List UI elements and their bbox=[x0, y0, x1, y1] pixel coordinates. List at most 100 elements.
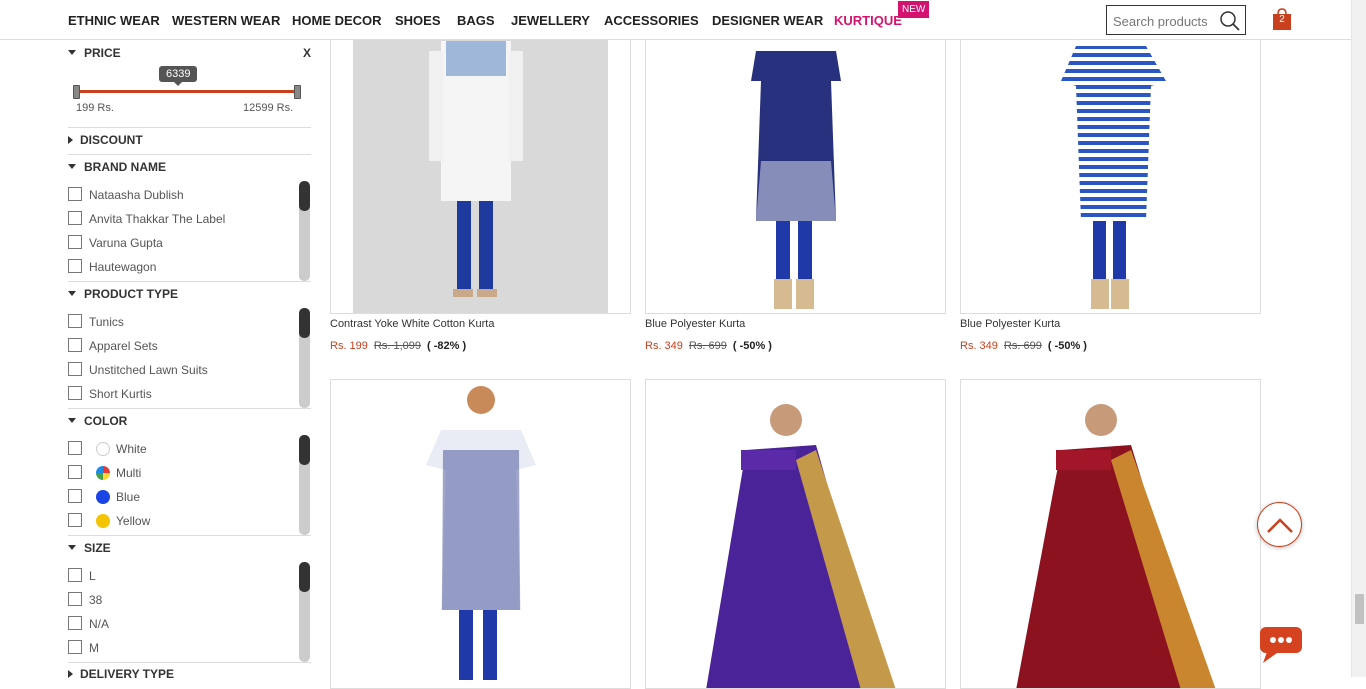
price-min-handle[interactable] bbox=[73, 85, 80, 99]
product-title[interactable]: Blue Polyester Kurta bbox=[645, 318, 745, 330]
product-price-row: Rs. 199 Rs. 1,099 ( -82% ) bbox=[330, 340, 466, 352]
caret-down-icon bbox=[68, 291, 76, 297]
nav-home-decor[interactable]: HOME DECOR bbox=[292, 13, 382, 28]
product-price-row: Rs. 349 Rs. 699 ( -50% ) bbox=[960, 340, 1087, 352]
delivery-type-filter-header[interactable]: DELIVERY TYPE bbox=[68, 667, 311, 681]
nav-accessories[interactable]: ACCESSORIES bbox=[604, 13, 699, 28]
product-image[interactable] bbox=[961, 21, 1261, 314]
scroll-thumb[interactable] bbox=[299, 181, 310, 211]
caret-down-icon bbox=[68, 50, 76, 56]
checkbox[interactable] bbox=[68, 640, 82, 654]
scroll-to-top-button[interactable] bbox=[1257, 502, 1302, 547]
nav-western-wear[interactable]: WESTERN WEAR bbox=[172, 13, 280, 28]
brand-list-scrollbar[interactable] bbox=[299, 181, 310, 281]
product-card[interactable] bbox=[645, 379, 946, 689]
product-image[interactable] bbox=[961, 380, 1261, 689]
search-icon[interactable] bbox=[1219, 10, 1241, 32]
color-filter-header[interactable]: COLOR bbox=[68, 414, 311, 428]
brand-filter-header[interactable]: BRAND NAME bbox=[68, 160, 311, 174]
checkbox[interactable] bbox=[68, 616, 82, 630]
discount-percent: ( -82% ) bbox=[427, 340, 467, 352]
nav-kurtique[interactable]: KURTIQUE bbox=[834, 13, 902, 28]
product-image[interactable] bbox=[646, 21, 946, 314]
price-clear-button[interactable]: X bbox=[303, 46, 311, 60]
nav-designer-wear[interactable]: DESIGNER WEAR bbox=[712, 13, 823, 28]
checkbox[interactable] bbox=[68, 362, 82, 376]
color-list-scrollbar[interactable] bbox=[299, 435, 310, 535]
divider bbox=[68, 281, 311, 282]
divider bbox=[68, 154, 311, 155]
size-list-scrollbar[interactable] bbox=[299, 562, 310, 662]
scroll-thumb[interactable] bbox=[299, 435, 310, 465]
nav-ethnic-wear[interactable]: ETHNIC WEAR bbox=[68, 13, 160, 28]
product-card[interactable] bbox=[330, 20, 631, 314]
checkbox[interactable] bbox=[68, 314, 82, 328]
checkbox[interactable] bbox=[68, 259, 82, 273]
size-filter-header[interactable]: SIZE bbox=[68, 541, 311, 555]
caret-right-icon bbox=[68, 135, 73, 144]
nav-jewellery[interactable]: JEWELLERY bbox=[511, 13, 590, 28]
product-title[interactable]: Blue Polyester Kurta bbox=[960, 318, 1060, 330]
filter-sidebar: PRICE X 6339 199 Rs. 12599 Rs. DISCOUNT … bbox=[68, 40, 311, 681]
checkbox[interactable] bbox=[68, 568, 82, 582]
discount-filter-header[interactable]: DISCOUNT bbox=[68, 133, 311, 147]
discount-percent: ( -50% ) bbox=[1047, 340, 1087, 352]
scroll-thumb[interactable] bbox=[299, 308, 310, 338]
product-type-list-scrollbar[interactable] bbox=[299, 308, 310, 408]
search-input[interactable] bbox=[1113, 12, 1221, 30]
sale-price: Rs. 349 bbox=[960, 340, 998, 352]
price-min-label: 199 Rs. bbox=[76, 102, 114, 114]
top-navigation: ETHNIC WEAR WESTERN WEAR HOME DECOR SHOE… bbox=[0, 0, 1351, 40]
multi-swatch bbox=[96, 466, 110, 480]
page-scroll-thumb[interactable] bbox=[1355, 594, 1364, 624]
search-box bbox=[1106, 5, 1246, 35]
cart-button[interactable]: 2 bbox=[1272, 8, 1292, 30]
new-badge: NEW bbox=[898, 1, 930, 18]
product-image[interactable] bbox=[331, 21, 631, 314]
divider bbox=[68, 408, 311, 409]
checkbox[interactable] bbox=[68, 513, 82, 527]
chat-bubble-icon bbox=[1260, 627, 1302, 663]
price-max-handle[interactable] bbox=[294, 85, 301, 99]
product-card[interactable] bbox=[645, 20, 946, 314]
cart-count: 2 bbox=[1279, 14, 1285, 25]
sale-price: Rs. 199 bbox=[330, 340, 368, 352]
product-card[interactable] bbox=[960, 379, 1261, 689]
chat-button[interactable] bbox=[1259, 626, 1303, 664]
checkbox[interactable] bbox=[68, 187, 82, 201]
checkbox[interactable] bbox=[68, 338, 82, 352]
checkbox[interactable] bbox=[68, 592, 82, 606]
caret-down-icon bbox=[68, 545, 76, 551]
divider bbox=[68, 127, 311, 128]
checkbox[interactable] bbox=[68, 465, 82, 479]
nav-shoes[interactable]: SHOES bbox=[395, 13, 441, 28]
product-image[interactable] bbox=[331, 380, 631, 689]
price-range-track[interactable] bbox=[76, 90, 298, 93]
original-price: Rs. 699 bbox=[688, 340, 727, 352]
discount-percent: ( -50% ) bbox=[732, 340, 772, 352]
yellow-swatch bbox=[96, 514, 110, 528]
chevron-up-icon bbox=[1267, 518, 1293, 533]
price-tooltip: 6339 bbox=[159, 66, 198, 86]
caret-down-icon bbox=[68, 418, 76, 424]
checkbox[interactable] bbox=[68, 211, 82, 225]
checkbox[interactable] bbox=[68, 235, 82, 249]
divider bbox=[68, 535, 311, 536]
product-card[interactable] bbox=[960, 20, 1261, 314]
checkbox[interactable] bbox=[68, 441, 82, 455]
white-swatch bbox=[96, 442, 110, 456]
original-price: Rs. 1,099 bbox=[373, 340, 422, 352]
product-type-filter-header[interactable]: PRODUCT TYPE bbox=[68, 287, 311, 301]
page-scrollbar[interactable] bbox=[1351, 0, 1366, 677]
nav-bags[interactable]: BAGS bbox=[457, 13, 495, 28]
product-title[interactable]: Contrast Yoke White Cotton Kurta bbox=[330, 318, 494, 330]
product-image[interactable] bbox=[646, 380, 946, 689]
scroll-thumb[interactable] bbox=[299, 562, 310, 592]
price-max-label: 12599 Rs. bbox=[243, 102, 294, 114]
checkbox[interactable] bbox=[68, 489, 82, 503]
original-price: Rs. 699 bbox=[1003, 340, 1042, 352]
price-filter-header[interactable]: PRICE X bbox=[68, 46, 311, 60]
checkbox[interactable] bbox=[68, 386, 82, 400]
caret-down-icon bbox=[68, 164, 76, 170]
product-card[interactable] bbox=[330, 379, 631, 689]
